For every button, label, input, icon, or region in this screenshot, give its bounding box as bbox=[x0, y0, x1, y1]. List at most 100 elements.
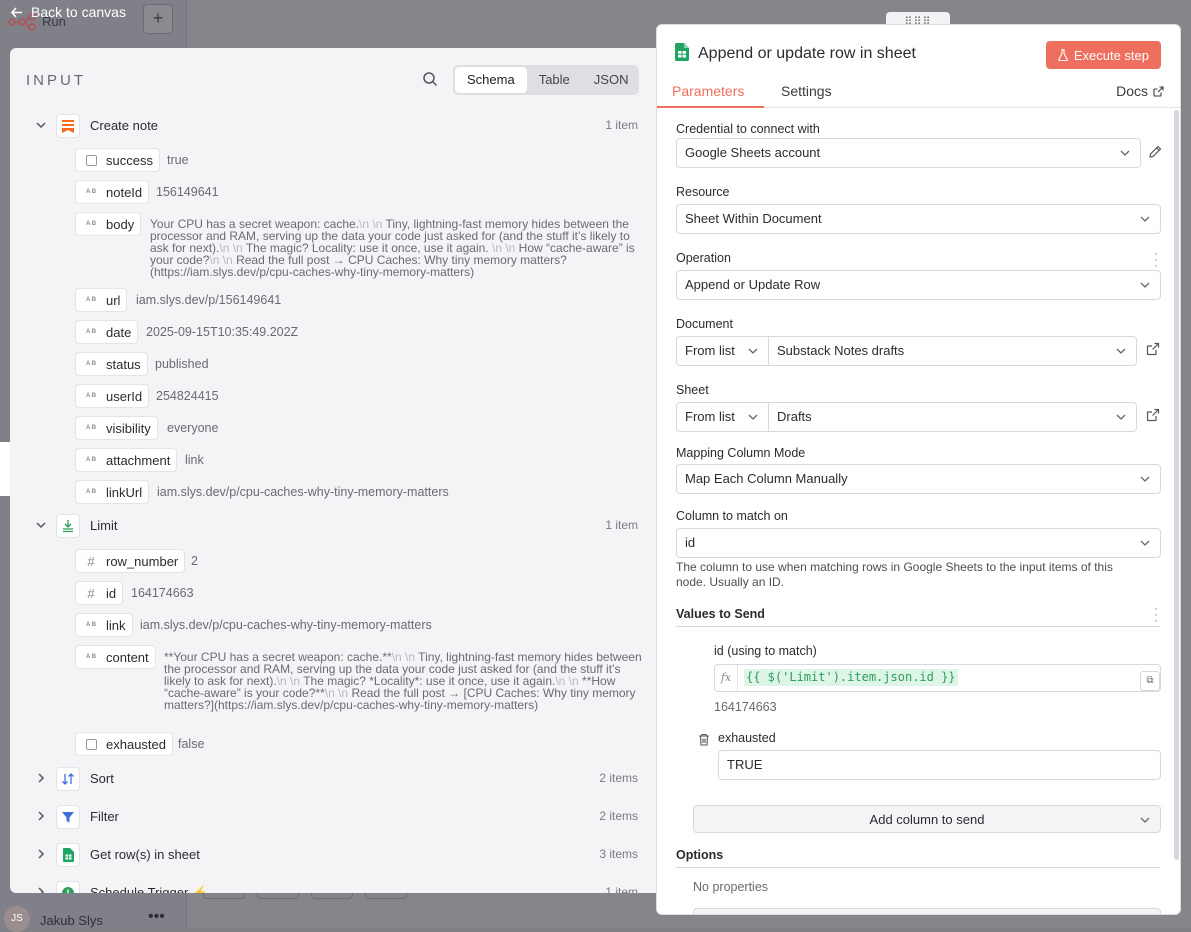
string-type-icon: A B bbox=[85, 425, 97, 431]
tab-parameters[interactable]: Parameters bbox=[672, 83, 744, 99]
sheet-select[interactable]: Drafts bbox=[769, 402, 1137, 432]
id-expression-input[interactable]: fx {{ $('Limit').item.json.id }} ⧉ bbox=[714, 664, 1161, 692]
node-item-count: 2 items bbox=[599, 809, 638, 823]
tab-settings[interactable]: Settings bbox=[781, 83, 832, 99]
expand-icon[interactable]: ⧉ bbox=[1140, 671, 1160, 691]
field-value: 164174663 bbox=[131, 586, 194, 600]
chevron-right-icon[interactable] bbox=[34, 885, 48, 893]
view-mode-table[interactable]: Table bbox=[527, 67, 582, 93]
field-key: exhausted bbox=[106, 736, 166, 752]
operation-label: Operation bbox=[676, 251, 731, 265]
chevron-down-icon bbox=[1116, 348, 1126, 354]
view-mode-schema[interactable]: Schema bbox=[455, 67, 527, 93]
chevron-down-icon bbox=[748, 414, 758, 420]
more-options-icon[interactable]: · · · bbox=[1154, 247, 1158, 271]
pencil-icon[interactable] bbox=[1148, 145, 1162, 159]
chevron-right-icon[interactable] bbox=[34, 771, 48, 785]
field-key-pill[interactable]: A B url bbox=[75, 288, 128, 312]
options-empty-text: No properties bbox=[693, 880, 769, 894]
node-row-limit[interactable]: Limit 1 item bbox=[10, 514, 656, 538]
docs-link[interactable]: Docs bbox=[1116, 83, 1164, 99]
node-name: Limit bbox=[90, 518, 118, 533]
external-link-icon[interactable] bbox=[1146, 342, 1160, 356]
mapping-mode-select[interactable]: Map Each Column Manually bbox=[676, 464, 1161, 494]
chevron-down-icon[interactable] bbox=[34, 518, 48, 532]
trigger-bolt-icon: ⚡ bbox=[191, 885, 209, 893]
flask-icon bbox=[1058, 49, 1068, 61]
field-key-pill[interactable]: # row_number bbox=[75, 549, 186, 573]
field-key-pill[interactable]: success bbox=[75, 148, 160, 172]
parameters-form: Credential to connect with Google Sheets… bbox=[657, 108, 1180, 914]
document-mode-select[interactable]: From list bbox=[676, 336, 769, 366]
node-row-schedule-trigger[interactable]: Schedule Trigger ⚡ 1 item bbox=[10, 881, 656, 893]
back-to-canvas-label: Back to canvas bbox=[31, 4, 126, 20]
field-key-pill[interactable]: A B attachment bbox=[75, 448, 178, 472]
node-panel-header: Append or update row in sheet Execute st… bbox=[657, 25, 1180, 108]
sheet-mode-value: From list bbox=[685, 409, 735, 424]
view-mode-json[interactable]: JSON bbox=[582, 67, 641, 93]
field-key-pill[interactable]: A B content bbox=[75, 645, 156, 669]
execute-step-label: Execute step bbox=[1073, 47, 1149, 63]
string-type-icon: A B bbox=[85, 189, 97, 195]
field-key-pill[interactable]: A B body bbox=[75, 212, 142, 236]
more-options-icon[interactable]: · · · bbox=[1154, 602, 1158, 626]
field-value: iam.slys.dev/p/156149641 bbox=[136, 293, 282, 307]
field-key-pill[interactable]: exhausted bbox=[75, 732, 173, 756]
string-type-icon: A B bbox=[85, 361, 97, 367]
add-button[interactable]: + bbox=[143, 4, 173, 34]
field-key-pill[interactable]: A B status bbox=[75, 352, 148, 376]
add-column-button[interactable]: Add column to send bbox=[693, 805, 1161, 833]
trash-icon[interactable] bbox=[698, 733, 710, 746]
add-option-button[interactable] bbox=[693, 908, 1161, 914]
field-key-pill[interactable]: # id bbox=[75, 581, 124, 605]
id-field-label: id (using to match) bbox=[714, 644, 817, 658]
external-link-icon bbox=[1153, 85, 1164, 97]
field-value: published bbox=[155, 357, 209, 371]
field-key-pill[interactable]: A B visibility bbox=[75, 416, 158, 440]
field-value: Your CPU has a secret weapon: cache.\n \… bbox=[150, 217, 635, 279]
execute-step-button[interactable]: Execute step bbox=[1045, 41, 1161, 69]
user-name: Jakub Slys bbox=[40, 913, 103, 928]
view-mode-toggle: Schema Table JSON bbox=[453, 65, 639, 95]
avatar[interactable]: JS bbox=[4, 906, 30, 932]
chevron-down-icon bbox=[1116, 414, 1126, 420]
match-column-select[interactable]: id bbox=[676, 528, 1161, 558]
operation-select[interactable]: Append or Update Row bbox=[676, 270, 1161, 300]
resource-value: Sheet Within Document bbox=[685, 211, 822, 226]
field-key-pill[interactable]: A B link bbox=[75, 613, 133, 637]
back-to-canvas-button[interactable]: Back to canvas bbox=[10, 4, 126, 20]
resource-select[interactable]: Sheet Within Document bbox=[676, 204, 1161, 234]
string-type-icon: A B bbox=[85, 489, 97, 495]
search-icon[interactable] bbox=[422, 71, 438, 87]
field-key-pill[interactable]: A B userId bbox=[75, 384, 150, 408]
exhausted-input[interactable]: TRUE bbox=[718, 750, 1161, 780]
external-link-icon[interactable] bbox=[1146, 408, 1160, 422]
string-type-icon: A B bbox=[85, 457, 97, 463]
chevron-down-icon bbox=[1140, 817, 1150, 823]
field-key: link bbox=[106, 617, 126, 633]
credential-select[interactable]: Google Sheets account bbox=[676, 138, 1141, 168]
node-name: Schedule Trigger ⚡ bbox=[90, 885, 208, 893]
document-select[interactable]: Substack Notes drafts bbox=[769, 336, 1137, 366]
node-row-get-rows[interactable]: Get row(s) in sheet 3 items bbox=[10, 843, 656, 867]
sheet-mode-select[interactable]: From list bbox=[676, 402, 769, 432]
chevron-down-icon bbox=[1140, 216, 1150, 222]
field-key-pill[interactable]: A B linkUrl bbox=[75, 480, 150, 504]
field-key-pill[interactable]: A B noteId bbox=[75, 180, 150, 204]
chevron-right-icon[interactable] bbox=[34, 809, 48, 823]
chevron-down-icon[interactable] bbox=[34, 118, 48, 132]
node-row-filter[interactable]: Filter 2 items bbox=[10, 805, 656, 829]
node-name: Create note bbox=[90, 118, 158, 133]
scrollbar[interactable] bbox=[1174, 110, 1179, 860]
chevron-down-icon bbox=[1140, 476, 1150, 482]
node-row-create-note[interactable]: Create note 1 item bbox=[10, 114, 656, 138]
chevron-right-icon[interactable] bbox=[34, 847, 48, 861]
arrow-left-icon bbox=[10, 6, 22, 18]
expression-value: {{ $('Limit').item.json.id }} bbox=[744, 669, 958, 686]
node-row-sort[interactable]: Sort 2 items bbox=[10, 767, 656, 791]
field-key: linkUrl bbox=[106, 484, 143, 500]
field-key-pill[interactable]: A B date bbox=[75, 320, 139, 344]
field-key: status bbox=[106, 356, 141, 372]
node-settings-panel: Append or update row in sheet Execute st… bbox=[656, 24, 1181, 915]
user-menu-icon[interactable]: ••• bbox=[148, 908, 165, 926]
